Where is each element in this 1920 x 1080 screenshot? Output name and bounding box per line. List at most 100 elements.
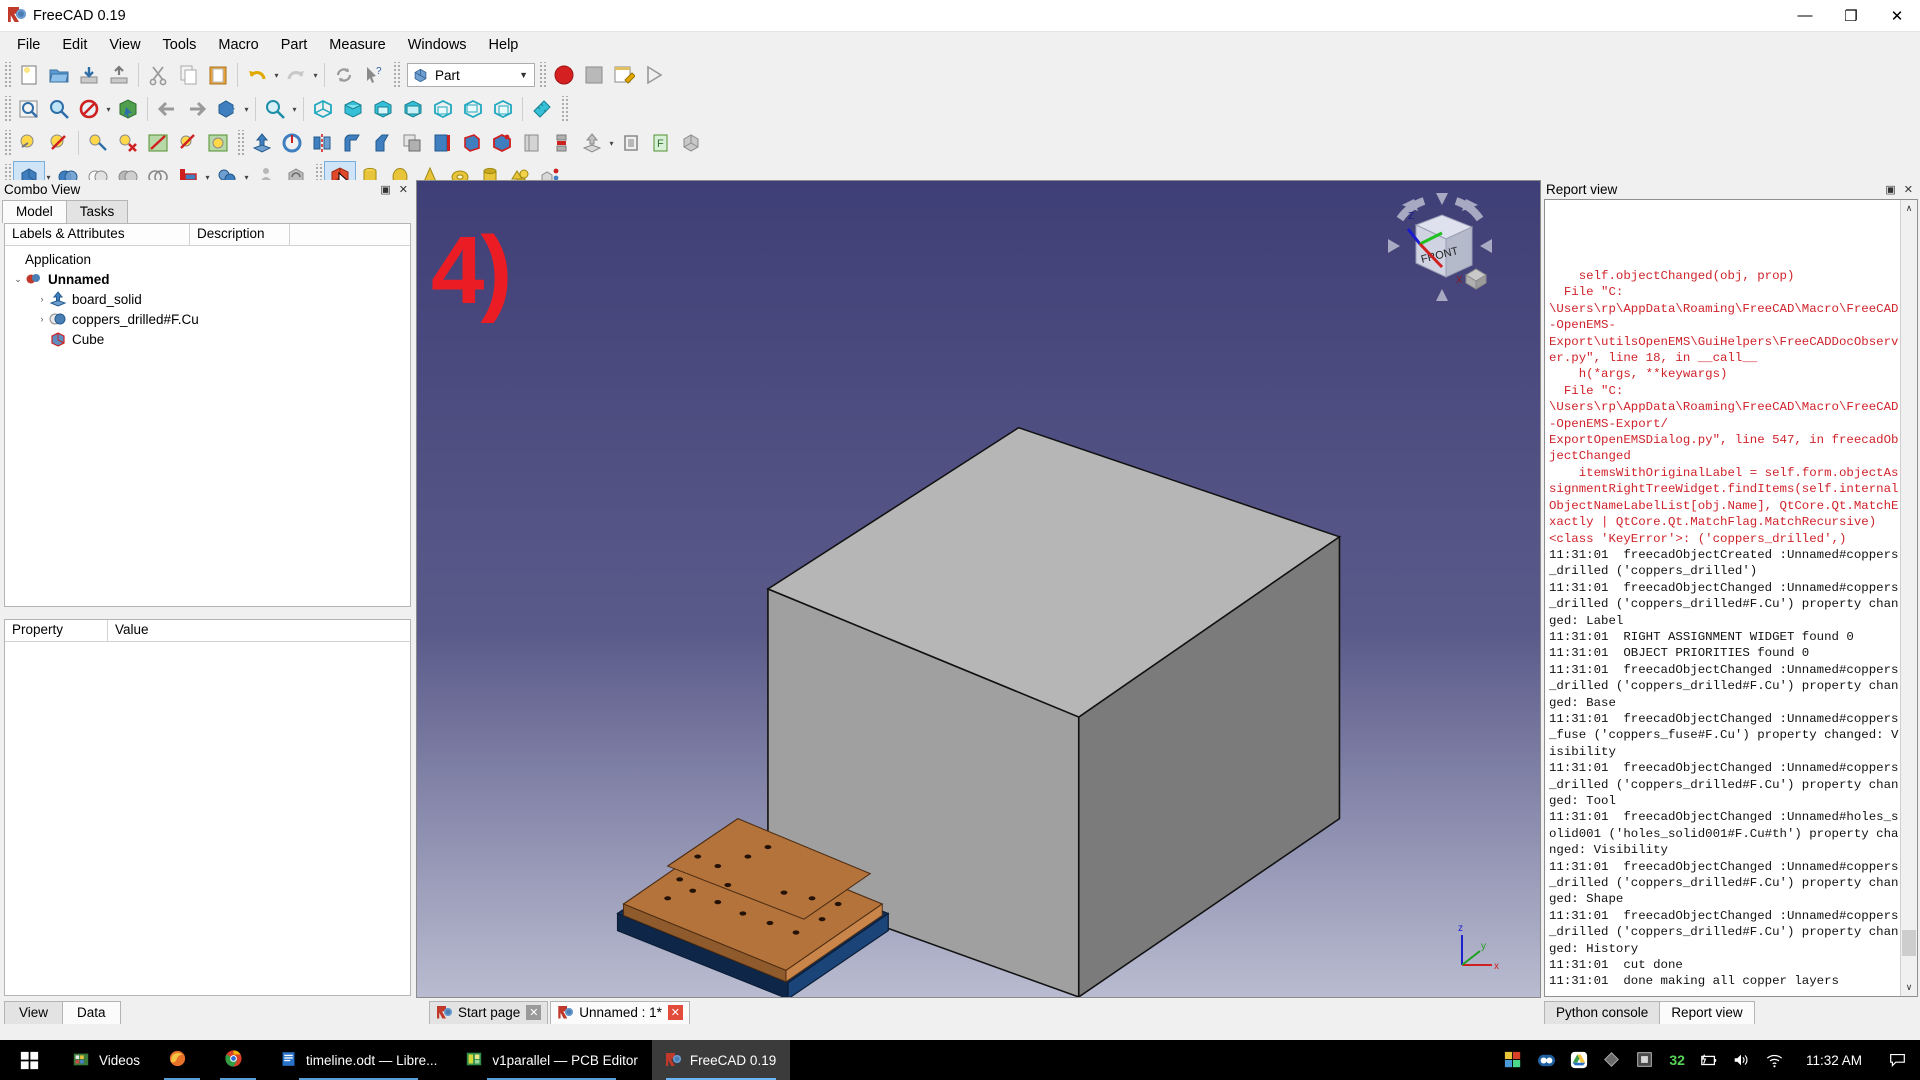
tree-header-extra[interactable] [290,224,410,245]
tree-item-application[interactable]: Application [7,249,410,269]
thickness-icon[interactable] [577,128,607,158]
chamfer-icon[interactable] [367,128,397,158]
show-hide-icon[interactable] [83,128,113,158]
model-tree[interactable]: Labels & Attributes Description Applicat… [4,223,411,607]
whats-this-icon[interactable]: ? [359,60,389,90]
offset-2d-icon[interactable] [616,128,646,158]
report-scrollbar[interactable]: ∧ ∨ [1900,200,1917,996]
menu-macro[interactable]: Macro [207,34,269,56]
toolbar-grip-vis[interactable] [3,130,12,156]
doc-tab-start-page[interactable]: Start page ✕ [429,1001,548,1024]
property-header-property[interactable]: Property [5,620,108,641]
section-icon[interactable] [487,128,517,158]
toolbar-grip-view[interactable] [3,96,12,122]
scroll-up-icon[interactable]: ∧ [1901,200,1917,217]
minimize-button[interactable]: — [1782,0,1828,32]
revolve-icon[interactable] [277,128,307,158]
toggle-all-icon[interactable] [143,128,173,158]
edit-macro-icon[interactable] [609,60,639,90]
menu-help[interactable]: Help [478,34,530,56]
offset-3d-icon[interactable] [547,128,577,158]
mirror-icon[interactable] [307,128,337,158]
tab-report-view[interactable]: Report view [1659,1001,1754,1024]
paste-icon[interactable] [203,60,233,90]
front-view-icon[interactable] [338,94,368,124]
tree-item-board-solid[interactable]: › board_solid [7,289,410,309]
report-output[interactable]: self.objectChanged(obj, prop) File "C:\U… [1544,199,1918,997]
fit-all-icon[interactable] [14,94,44,124]
toggle-visibility-icon[interactable] [203,128,233,158]
toolbar-grip-view2[interactable] [560,96,569,122]
navigation-cube[interactable]: FRONT Z X [1380,189,1500,309]
menu-edit[interactable]: Edit [51,34,98,56]
taskbar-item-pcb-editor[interactable]: v1parallel — PCB Editor [451,1040,652,1080]
notification-icon[interactable] [1884,1052,1910,1069]
ruled-surface-icon[interactable] [397,128,427,158]
close-icon[interactable]: ✕ [668,1005,683,1020]
loft-icon[interactable] [427,128,457,158]
thickness-dropdown-icon[interactable]: ▾ [607,128,616,158]
tray-cloud-icon[interactable] [1537,1051,1556,1070]
zoom-icon[interactable] [260,94,290,124]
tab-data[interactable]: Data [62,1001,121,1024]
selection-view-icon[interactable] [113,94,143,124]
undock-icon[interactable]: ▣ [1885,183,1895,196]
view-toggle-icon[interactable] [14,128,44,158]
workbench-selector[interactable]: Part ▼ [407,63,535,87]
toolbar-grip[interactable] [3,62,12,88]
toolbar-grip-workbench[interactable] [392,62,401,88]
tree-header-labels[interactable]: Labels & Attributes [5,224,190,245]
windows-start-icon[interactable] [0,1040,58,1080]
draw-style-icon[interactable] [74,94,104,124]
toolbar-grip-macro[interactable] [538,62,547,88]
undo-icon[interactable] [242,60,272,90]
new-document-icon[interactable] [14,60,44,90]
hide-selection-icon[interactable] [113,128,143,158]
tree-header-description[interactable]: Description [190,224,290,245]
fit-selection-icon[interactable] [44,94,74,124]
toolbar-grip-part[interactable] [236,130,245,156]
menu-measure[interactable]: Measure [318,34,396,56]
scrollbar-thumb[interactable] [1902,930,1916,956]
tray-square-icon[interactable] [1636,1051,1655,1070]
axonometric-icon[interactable] [308,94,338,124]
taskbar-item-chrome[interactable] [210,1040,266,1080]
forward-view-nav-icon[interactable] [182,94,212,124]
close-icon[interactable]: ✕ [399,183,408,196]
box-solid-icon[interactable] [676,128,706,158]
chevron-right-icon[interactable]: › [35,294,49,304]
close-icon[interactable]: ✕ [526,1005,541,1020]
tab-python-console[interactable]: Python console [1544,1001,1660,1024]
menu-view[interactable]: View [98,34,151,56]
std-views-icon[interactable] [212,94,242,124]
menu-tools[interactable]: Tools [152,34,208,56]
chevron-down-icon[interactable]: ▼ [519,70,532,80]
google-drive-icon[interactable] [1570,1051,1589,1070]
tree-item-coppers-drilled[interactable]: › coppers_drilled#F.Cu [7,309,410,329]
tab-tasks[interactable]: Tasks [66,200,129,223]
sweep-icon[interactable] [457,128,487,158]
maximize-button[interactable]: ❐ [1828,0,1874,32]
view-off-icon[interactable] [44,128,74,158]
back-view-nav-icon[interactable] [152,94,182,124]
left-view-icon[interactable] [488,94,518,124]
taskbar-item-freecad[interactable]: FreeCAD 0.19 [652,1040,790,1080]
3d-viewport[interactable]: 4) [416,180,1541,998]
right-view-icon[interactable] [398,94,428,124]
refresh-icon[interactable] [329,60,359,90]
menu-file[interactable]: File [6,34,51,56]
save-document-icon[interactable] [74,60,104,90]
bottom-view-icon[interactable] [458,94,488,124]
copy-icon[interactable] [173,60,203,90]
close-icon[interactable]: ✕ [1904,183,1913,196]
undo-dropdown-icon[interactable]: ▾ [272,60,281,90]
menu-part[interactable]: Part [270,34,319,56]
scroll-down-icon[interactable]: ∨ [1901,979,1917,996]
rear-view-icon[interactable] [428,94,458,124]
cut-icon[interactable] [143,60,173,90]
save-as-icon[interactable] [104,60,134,90]
stop-macro-icon[interactable] [579,60,609,90]
zoom-dropdown-icon[interactable]: ▾ [290,94,299,124]
chevron-down-icon[interactable]: ⌄ [11,274,25,285]
chevron-right-icon[interactable]: › [35,314,49,324]
